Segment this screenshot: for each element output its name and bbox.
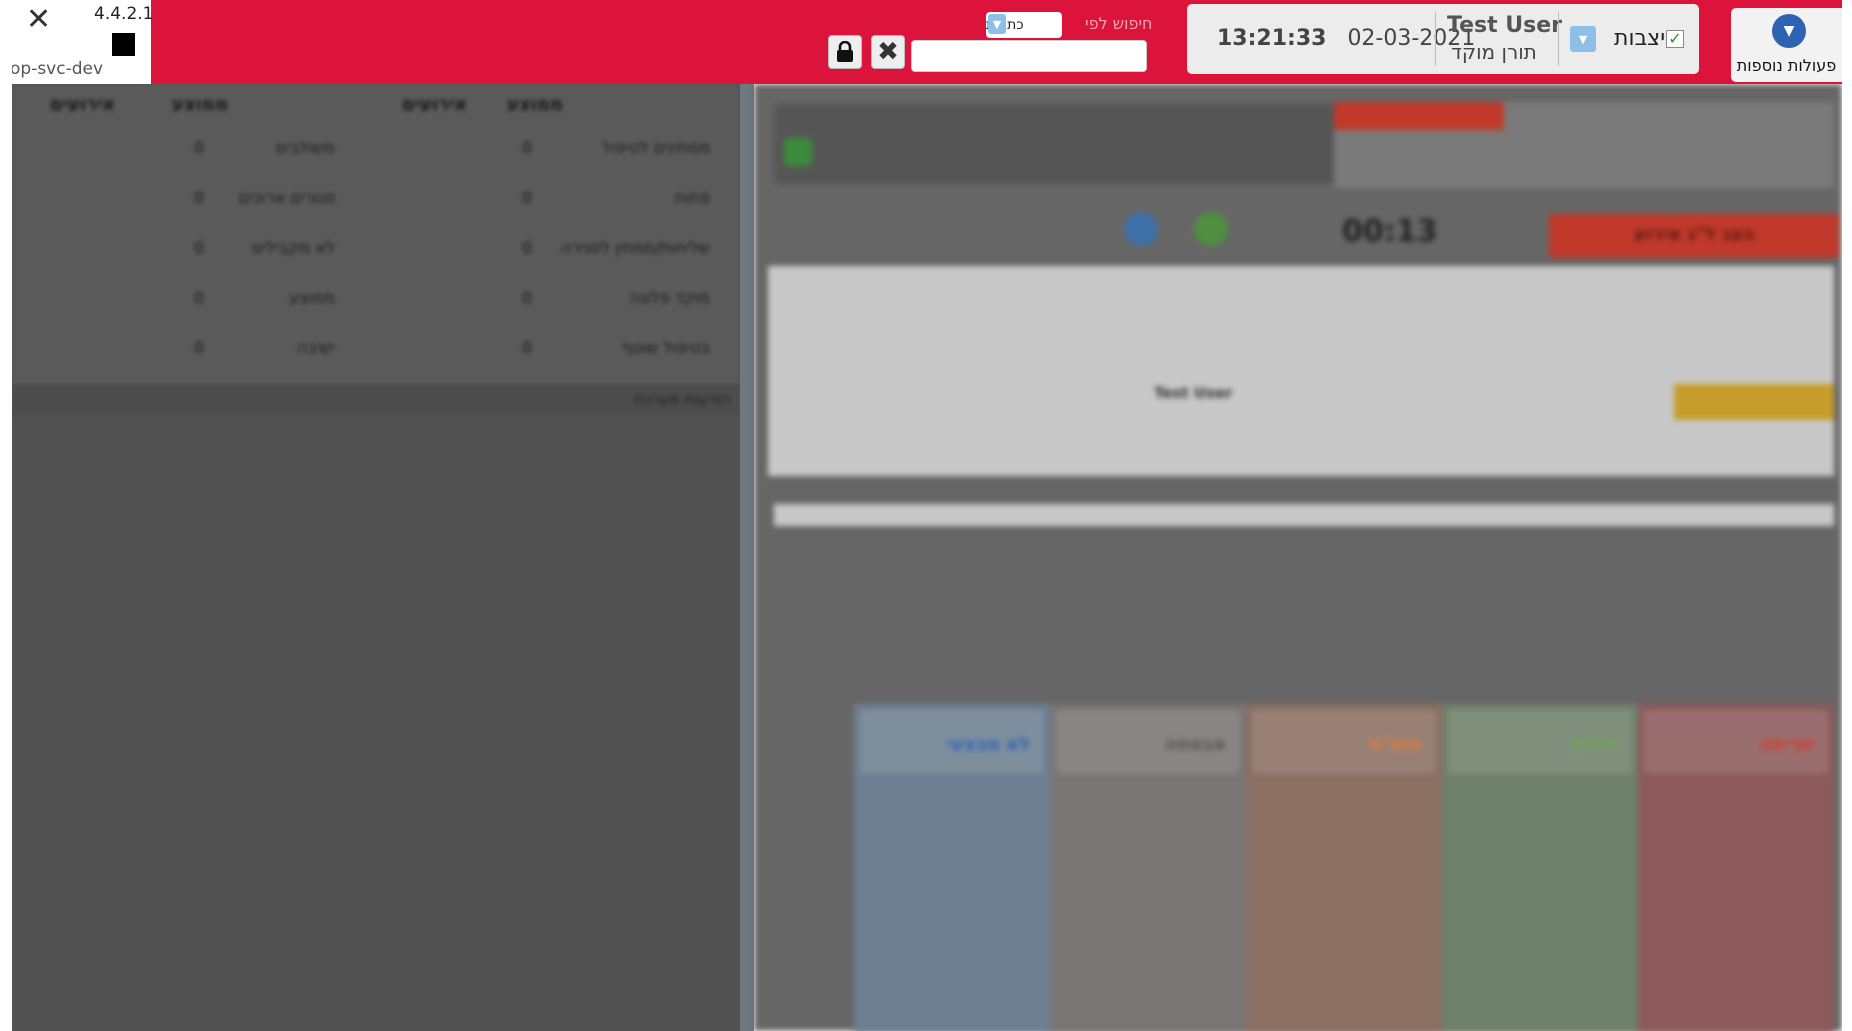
stat-label: מוקד פלוגה	[629, 288, 710, 307]
category-card[interactable]: אבטחה	[1050, 704, 1246, 1031]
search-input[interactable]	[911, 40, 1147, 72]
lock-button[interactable]	[828, 35, 862, 69]
system-messages-label: הודעות מערכת	[633, 390, 730, 408]
divider	[1558, 12, 1559, 66]
stat-label: לא מקבילים	[251, 238, 335, 257]
top-bar: ✕ 4.4.2.1 op-svc-dev ✖ חיפוש לפי ▼ כתובת…	[12, 0, 1842, 84]
stat-value: 0	[522, 138, 533, 157]
category-card[interactable]: חומ"ס	[1246, 704, 1442, 1031]
search-by-select[interactable]: ▼ כתובת	[986, 12, 1062, 38]
category-name: לא מבצעי	[946, 734, 1030, 755]
more-actions-button[interactable]: ▼ פעולות נוספות	[1731, 8, 1842, 82]
stats-header: ממוצע	[172, 94, 228, 115]
duty-checkbox[interactable]: ✓	[1666, 30, 1684, 48]
caller-label: Test User	[1154, 384, 1233, 402]
category-card[interactable]: שריפה	[1638, 704, 1834, 1031]
user-menu-dropdown[interactable]: ▼	[1570, 26, 1596, 52]
user-role: תורן מוקד	[1451, 40, 1537, 64]
version-label: 4.4.2.1	[94, 4, 154, 24]
phone-icon[interactable]	[1194, 212, 1228, 246]
details-row	[774, 504, 1834, 526]
map-icon[interactable]	[1124, 212, 1158, 246]
stat-label: ממוצע	[289, 288, 335, 307]
stat-label: ממתינים לטיפול	[601, 138, 710, 157]
category-card[interactable]: חילוץ	[1442, 704, 1638, 1031]
incident-form	[768, 266, 1834, 476]
category-name: שריפה	[1760, 734, 1814, 755]
clear-search-button[interactable]: ✖	[871, 35, 905, 69]
chevron-down-icon: ▼	[988, 14, 1006, 34]
stat-value: 0	[194, 338, 205, 357]
user-status-panel: 13:21:33 02-03-2021 Test User תורן מוקד …	[1187, 4, 1699, 74]
stat-label: סגורים ארוכים	[238, 188, 335, 207]
pane-divider[interactable]	[740, 84, 754, 1031]
stat-value: 0	[522, 238, 533, 257]
divider	[1435, 12, 1436, 66]
incident-tabs	[774, 104, 1334, 184]
environment-label: op-svc-dev	[12, 59, 104, 79]
system-messages-bar: הודעות מערכת	[12, 386, 740, 414]
add-icon[interactable]	[784, 138, 812, 166]
stat-value: 0	[194, 288, 205, 307]
category-name: אבטחה	[1164, 734, 1226, 755]
stat-label: בטיפול שוטף	[621, 338, 710, 357]
stat-value: 0	[522, 338, 533, 357]
stat-label: פתוח	[674, 188, 710, 207]
close-icon[interactable]: ✕	[26, 4, 51, 36]
lock-icon	[837, 41, 853, 62]
stat-value: 0	[194, 188, 205, 207]
more-actions-label: פעולות נוספות	[1736, 56, 1837, 75]
stats-header: ממוצע	[507, 94, 563, 115]
alert-tag	[1334, 102, 1504, 130]
stat-label: ישיבה	[296, 338, 335, 357]
version-box: ✕ 4.4.2.1 op-svc-dev	[12, 0, 154, 84]
stats-pane: אירועים ממוצע אירועים ממוצע ממתינים לטיפ…	[12, 84, 740, 1031]
stat-label: שליחות/ממתין לסגירה	[560, 238, 710, 257]
incident-banner-label: הצג ל"ג אירוע	[1634, 224, 1755, 245]
stats-header: אירועים	[402, 94, 468, 115]
stat-value: 0	[522, 188, 533, 207]
stat-value: 0	[522, 288, 533, 307]
clear-icon: ✖	[877, 37, 899, 67]
incident-pane: 00:13 הצג ל"ג אירוע Test User שריפה חילו…	[754, 84, 1842, 1031]
stat-value: 0	[194, 138, 205, 157]
chevron-down-icon: ▼	[1772, 14, 1806, 48]
duty-label: ניצבות	[1614, 26, 1674, 51]
priority-tab[interactable]	[1674, 384, 1834, 420]
stats-header: אירועים	[50, 94, 116, 115]
category-card[interactable]: לא מבצעי	[854, 704, 1050, 1031]
stat-value: 0	[194, 238, 205, 257]
stats-table: אירועים ממוצע אירועים ממוצע ממתינים לטיפ…	[12, 84, 740, 384]
app-window: ✕ 4.4.2.1 op-svc-dev ✖ חיפוש לפי ▼ כתובת…	[12, 0, 1842, 1031]
stat-label: משולבים	[275, 138, 335, 157]
main-content: אירועים ממוצע אירועים ממוצע ממתינים לטיפ…	[12, 84, 1842, 1031]
clock: 13:21:33 02-03-2021	[1217, 26, 1475, 51]
category-name: חילוץ	[1571, 734, 1618, 755]
stop-icon[interactable]	[112, 33, 135, 56]
clock-time: 13:21:33	[1217, 26, 1327, 51]
user-name: Test User	[1447, 13, 1563, 38]
category-name: חומ"ס	[1368, 734, 1422, 755]
incident-timer: 00:13	[1342, 214, 1438, 249]
search-by-label: חיפוש לפי	[1085, 14, 1153, 33]
